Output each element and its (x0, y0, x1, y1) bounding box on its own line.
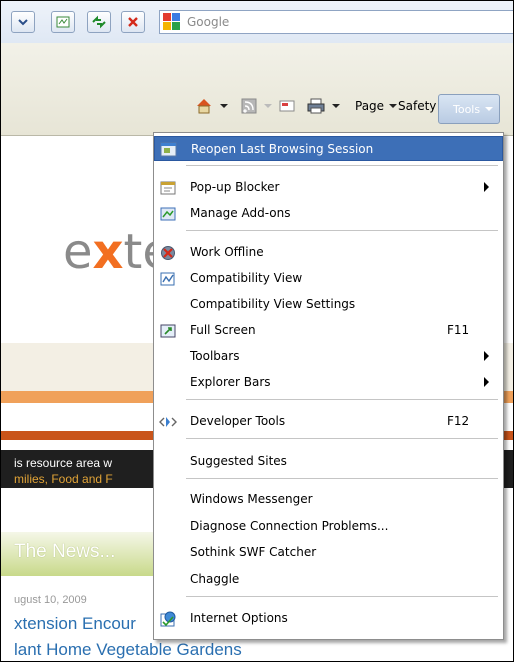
internet-options-icon (159, 610, 177, 628)
menu-separator (186, 478, 498, 479)
menu-item-shortcut: F11 (447, 323, 470, 337)
chevron-down-icon (264, 104, 272, 108)
news-date: ugust 10, 2009 (14, 594, 87, 606)
intro-line-1: is resource area w (14, 456, 113, 470)
chevron-down-icon (332, 104, 340, 108)
news-link-2[interactable]: lant Home Vegetable Gardens (14, 640, 242, 660)
read-mail-button[interactable] (279, 97, 295, 115)
menu-item-label: Internet Options (190, 611, 288, 625)
stop-button[interactable] (121, 11, 145, 33)
menu-item-label: Toolbars (190, 349, 240, 363)
addons-icon (159, 205, 177, 223)
tools-menu-button[interactable]: Tools (438, 94, 500, 124)
menu-item-sothink-swf-catcher[interactable]: Sothink SWF Catcher (154, 540, 503, 565)
menu-item-label: Diagnose Connection Problems... (190, 519, 389, 533)
menu-item-reopen-last-session[interactable]: Reopen Last Browsing Session (154, 136, 503, 161)
submenu-arrow-icon (484, 182, 489, 192)
work-offline-icon (159, 244, 177, 262)
menu-separator (186, 165, 498, 166)
address-toolbar: Google (1, 1, 513, 44)
browser-window: Google Page Safety Tools exte is resourc… (0, 0, 514, 662)
reopen-session-icon (160, 141, 178, 159)
intro-line-2: milies, Food and F (14, 472, 113, 486)
menu-item-label: Compatibility View (190, 271, 303, 285)
menu-item-internet-options[interactable]: Internet Options (154, 606, 503, 631)
menu-separator (186, 230, 498, 231)
chevron-down-icon (389, 104, 398, 108)
page-menu-label: Page (355, 99, 385, 113)
print-icon (307, 98, 325, 114)
page-menu-button[interactable]: Page (355, 97, 398, 115)
menu-item-compatibility-view[interactable]: Compatibility View (154, 266, 503, 291)
news-heading: The News... (14, 541, 116, 562)
print-button[interactable] (307, 97, 341, 115)
google-icon (163, 13, 180, 30)
menu-item-label: Pop-up Blocker (190, 180, 280, 194)
news-link-1[interactable]: xtension Encour (14, 614, 136, 634)
menu-item-diagnose-connection[interactable]: Diagnose Connection Problems... (154, 514, 503, 539)
menu-item-explorer-bars[interactable]: Explorer Bars (154, 370, 503, 395)
menu-item-compatibility-view-settings[interactable]: Compatibility View Settings (154, 292, 503, 317)
menu-item-label: Work Offline (190, 245, 264, 259)
menu-separator (186, 399, 498, 400)
compatibility-view-icon (56, 16, 70, 28)
home-button[interactable] (195, 97, 229, 115)
menu-item-popup-blocker[interactable]: Pop-up Blocker (154, 175, 503, 200)
menu-item-label: Chaggle (190, 572, 240, 586)
command-bar (1, 43, 513, 136)
popup-blocker-icon (159, 179, 177, 197)
submenu-arrow-icon (484, 377, 489, 387)
developer-tools-icon (159, 413, 177, 431)
menu-item-toolbars[interactable]: Toolbars (154, 344, 503, 369)
menu-item-label: Explorer Bars (190, 375, 271, 389)
menu-item-label: Manage Add-ons (190, 206, 291, 220)
safety-menu-label: Safety (398, 99, 437, 113)
tools-menu-label: Tools (453, 102, 481, 116)
search-placeholder: Google (187, 15, 230, 29)
menu-item-label: Windows Messenger (190, 492, 313, 506)
chevron-down-icon (485, 107, 494, 111)
menu-item-shortcut: F12 (447, 414, 470, 428)
menu-separator (186, 438, 498, 439)
close-icon (128, 17, 138, 27)
search-box[interactable]: Google (159, 10, 513, 34)
menu-item-work-offline[interactable]: Work Offline (154, 240, 503, 265)
menu-item-developer-tools[interactable]: Developer Tools F12 (154, 409, 503, 434)
home-icon (197, 99, 211, 114)
menu-item-label: Suggested Sites (190, 454, 287, 468)
feeds-icon (241, 98, 257, 114)
menu-item-label: Compatibility View Settings (190, 297, 356, 311)
menu-item-label: Reopen Last Browsing Session (191, 142, 374, 156)
menu-item-suggested-sites[interactable]: Suggested Sites (154, 449, 503, 474)
menu-item-chaggle[interactable]: Chaggle (154, 567, 503, 592)
submenu-arrow-icon (484, 351, 489, 361)
chevron-down-icon (18, 19, 28, 26)
logo-x: x (92, 224, 124, 280)
tools-dropdown-menu: Reopen Last Browsing Session Pop-up Bloc… (153, 132, 504, 640)
full-screen-icon (159, 322, 177, 340)
chevron-down-icon (220, 104, 228, 108)
menu-separator (186, 596, 498, 597)
mail-icon (279, 100, 295, 112)
feeds-button[interactable] (241, 97, 273, 115)
refresh-icon (92, 15, 106, 29)
compatibility-view-icon (159, 270, 177, 288)
refresh-button[interactable] (87, 11, 111, 33)
address-dropdown-button[interactable] (11, 11, 35, 33)
logo-e: e (63, 224, 93, 280)
menu-item-windows-messenger[interactable]: Windows Messenger (154, 487, 503, 512)
menu-item-label: Developer Tools (190, 414, 286, 428)
menu-item-label: Sothink SWF Catcher (190, 545, 317, 559)
compatibility-button[interactable] (51, 11, 75, 33)
menu-item-label: Full Screen (190, 323, 256, 337)
menu-item-full-screen[interactable]: Full Screen F11 (154, 318, 503, 343)
menu-item-manage-add-ons[interactable]: Manage Add-ons (154, 201, 503, 226)
